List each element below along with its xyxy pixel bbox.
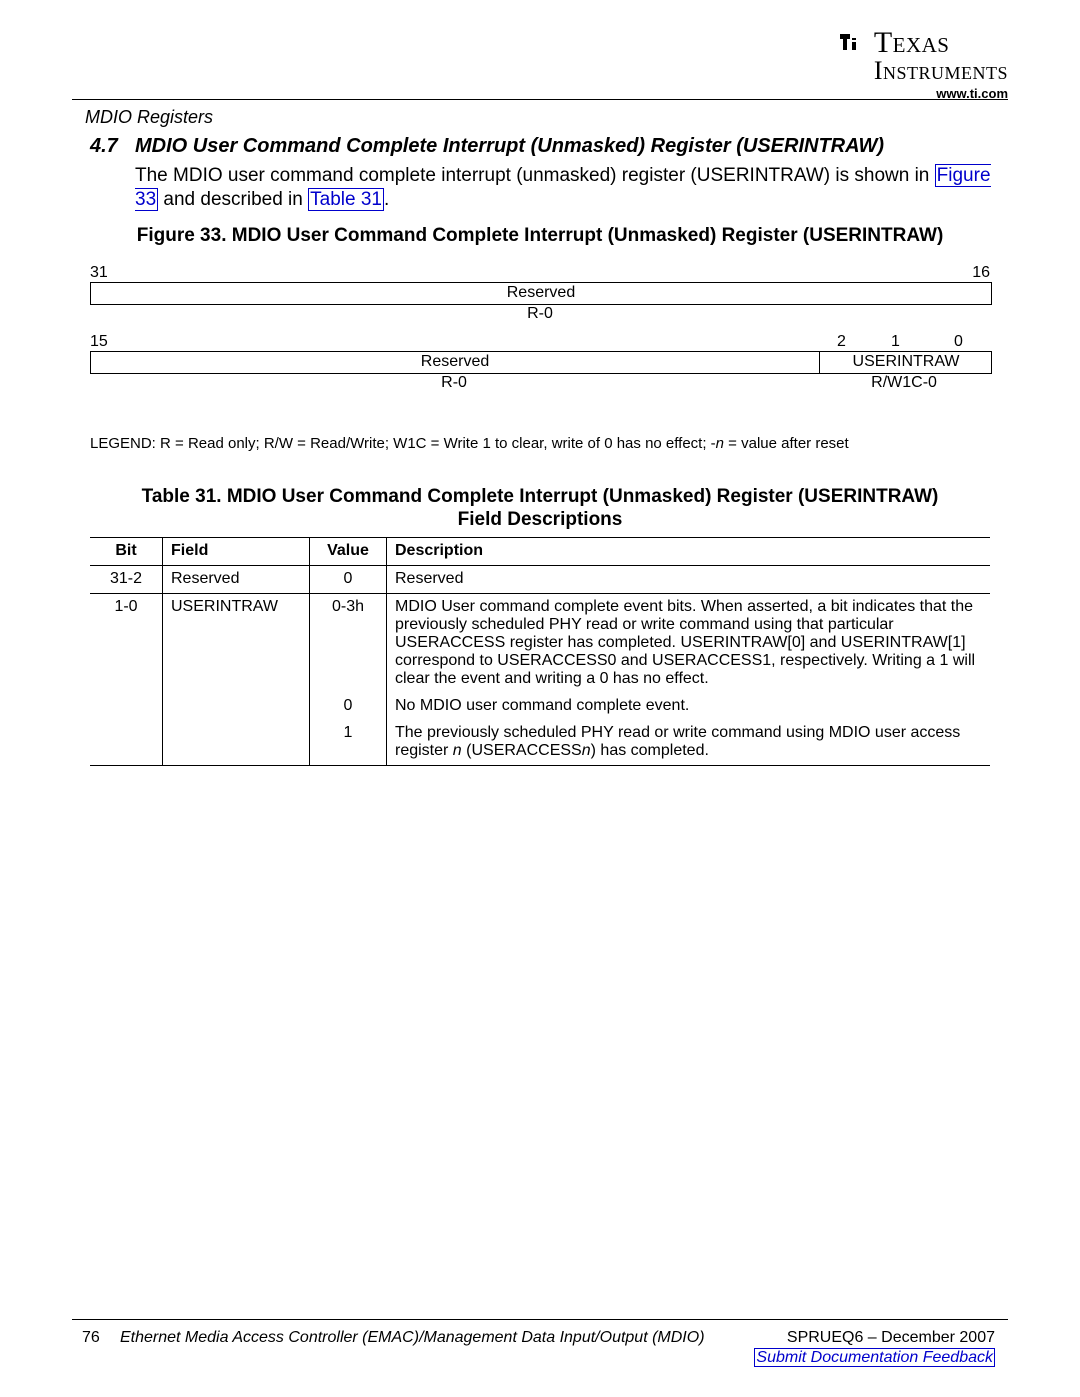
header-rule: [72, 99, 1008, 100]
logo-text-line2: Instruments: [874, 58, 1008, 84]
footer-rule: [72, 1319, 1008, 1320]
ti-logo-icon: [837, 28, 865, 61]
table-caption-line2: Field Descriptions: [458, 509, 623, 530]
section-number: 4.7: [90, 135, 118, 158]
footer-feedback-link: Submit Documentation Feedback: [754, 1349, 995, 1367]
chapter-title: MDIO Registers: [85, 107, 213, 128]
cell-desc: The previously scheduled PHY read or wri…: [387, 720, 991, 766]
cell-bit: [90, 720, 163, 766]
table-row: 0 No MDIO user command complete event.: [90, 693, 990, 720]
cell-field: Reserved: [163, 566, 310, 594]
cell-desc: Reserved: [387, 566, 991, 594]
table-caption-line1: Table 31. MDIO User Command Complete Int…: [142, 486, 939, 507]
bit-label-2: 2: [819, 333, 864, 351]
fig-row2-reserved: Reserved: [91, 352, 819, 373]
submit-feedback-link[interactable]: Submit Documentation Feedback: [754, 1348, 995, 1367]
field-descriptions-table: Bit Field Value Description 31-2 Reserve…: [90, 537, 990, 766]
page-number: 76: [82, 1329, 100, 1347]
body-text-mid: and described in: [158, 189, 308, 210]
register-figure: 31 16 Reserved R-0 15 2 1 0 Reserved USE…: [90, 260, 990, 392]
bit-label-15: 15: [90, 333, 108, 351]
figure-caption: Figure 33. MDIO User Command Complete In…: [72, 225, 1008, 247]
fig-row2-userintraw: USERINTRAW: [819, 352, 992, 373]
cell-desc: No MDIO user command complete event.: [387, 693, 991, 720]
figure-legend: LEGEND: R = Read only; R/W = Read/Write;…: [90, 435, 849, 452]
footer-title: Ethernet Media Access Controller (EMAC)/…: [120, 1329, 705, 1347]
cell-value: 0: [310, 693, 387, 720]
table-row: 31-2 Reserved 0 Reserved: [90, 566, 990, 594]
body-text-pre: The MDIO user command complete interrupt…: [135, 165, 935, 186]
vendor-logo: Texas Instruments www.ti.com: [837, 28, 1008, 101]
bit-label-31: 31: [90, 264, 108, 282]
fig-row2-userint-access: R/W1C-0: [818, 374, 990, 392]
logo-text-line1: Texas: [874, 28, 1008, 58]
cell-value: 1: [310, 720, 387, 766]
body-text-post: .: [384, 189, 389, 210]
bit-label-1: 1: [864, 333, 927, 351]
th-desc: Description: [387, 538, 991, 566]
section-body: The MDIO user command complete interrupt…: [135, 164, 995, 212]
cell-value: 0-3h: [310, 594, 387, 694]
bit-label-0: 0: [927, 333, 990, 351]
cell-value: 0: [310, 566, 387, 594]
th-bit: Bit: [90, 538, 163, 566]
table-caption: Table 31. MDIO User Command Complete Int…: [72, 485, 1008, 531]
table-ref-link[interactable]: Table 31: [308, 188, 384, 211]
fig-row1-access: R-0: [90, 305, 990, 323]
section-title: MDIO User Command Complete Interrupt (Un…: [135, 135, 884, 158]
th-field: Field: [163, 538, 310, 566]
cell-bit: [90, 693, 163, 720]
table-row: 1 The previously scheduled PHY read or w…: [90, 720, 990, 766]
th-value: Value: [310, 538, 387, 566]
cell-bit: 31-2: [90, 566, 163, 594]
bit-label-16: 16: [972, 264, 990, 282]
footer-docid: SPRUEQ6 – December 2007: [787, 1329, 995, 1347]
table-row: 1-0 USERINTRAW 0-3h MDIO User command co…: [90, 594, 990, 694]
cell-bit: 1-0: [90, 594, 163, 694]
cell-field: [163, 693, 310, 720]
fig-row2-reserved-access: R-0: [90, 374, 818, 392]
fig-row1-reserved: Reserved: [91, 283, 991, 304]
cell-field: USERINTRAW: [163, 594, 310, 694]
cell-field: [163, 720, 310, 766]
table-header-row: Bit Field Value Description: [90, 538, 990, 566]
cell-desc: MDIO User command complete event bits. W…: [387, 594, 991, 694]
